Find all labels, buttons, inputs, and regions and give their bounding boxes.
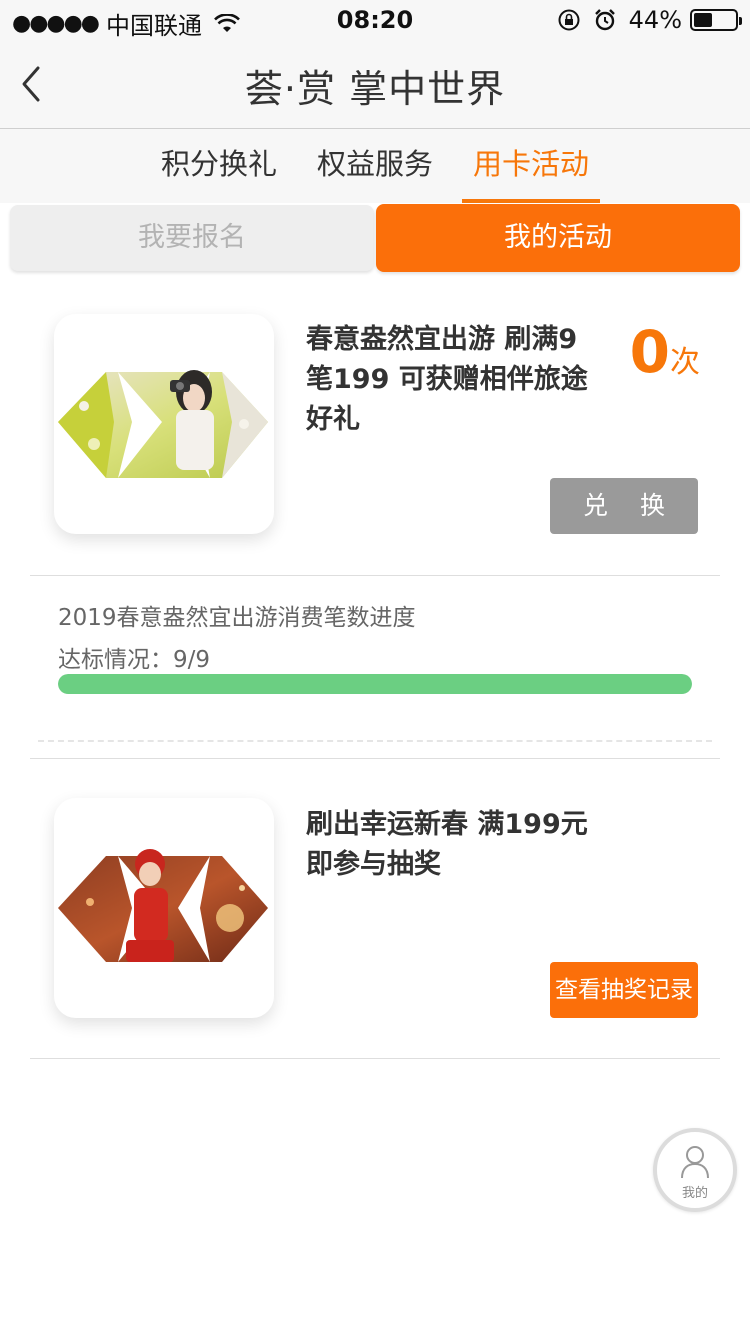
progress-bar	[58, 674, 692, 694]
divider	[30, 575, 720, 576]
page-title: 荟·赏 掌中世界	[244, 67, 506, 111]
view-lottery-records-button[interactable]: 查看抽奖记录	[550, 962, 698, 1018]
status-bar: ●●●●● 中国联通 08:20 44%	[0, 0, 750, 40]
progress-status: 达标情况：9/9	[58, 647, 211, 673]
divider	[30, 758, 720, 759]
tab-card-activities[interactable]: 用卡活动	[462, 129, 601, 203]
user-icon	[681, 1146, 709, 1179]
activity-title: 春意盎然宜出游 刷满9笔199 可获赠相伴旅途好礼	[306, 324, 588, 435]
exchange-button[interactable]: 兑 换	[550, 478, 698, 534]
divider	[30, 1058, 720, 1059]
spring-travel-image	[58, 370, 268, 478]
tab-points-exchange[interactable]: 积分换礼	[161, 129, 277, 203]
nav-bar: 荟·赏 掌中世界	[0, 40, 750, 129]
my-profile-button[interactable]: 我的	[653, 1128, 737, 1212]
tab-label: 用卡活动	[473, 147, 590, 181]
activity-title: 刷出幸运新春 满199元即参与抽奖	[306, 809, 588, 880]
tab-label: 权益服务	[316, 147, 433, 181]
activity-thumbnail[interactable]	[54, 314, 274, 534]
alarm-icon	[594, 9, 615, 31]
battery-cap	[739, 17, 742, 25]
count-unit: 次	[670, 345, 700, 380]
status-right: 44%	[557, 6, 742, 34]
signup-segment[interactable]: 我要报名	[10, 205, 374, 271]
exchange-count: 0次	[630, 318, 700, 386]
tab-rights-services[interactable]: 权益服务	[317, 129, 433, 203]
count-value: 0	[629, 318, 670, 386]
activity-thumbnail[interactable]	[54, 798, 274, 1018]
tab-bar: 积分换礼 权益服务 用卡活动	[0, 129, 750, 203]
tab-label: 积分换礼	[160, 147, 277, 181]
lucky-spring-image	[58, 849, 268, 962]
battery-icon	[690, 9, 742, 31]
dashed-divider	[38, 740, 712, 742]
tab-active-indicator	[462, 199, 601, 203]
battery-percent: 44%	[628, 6, 682, 34]
progress-fill	[58, 674, 692, 694]
battery-level	[694, 13, 712, 27]
my-profile-label: 我的	[681, 1186, 708, 1201]
my-activities-segment[interactable]: 我的活动	[376, 204, 740, 272]
progress-title: 2019春意盎然宜出游消费笔数进度	[58, 605, 416, 631]
rotation-lock-icon	[558, 9, 580, 31]
